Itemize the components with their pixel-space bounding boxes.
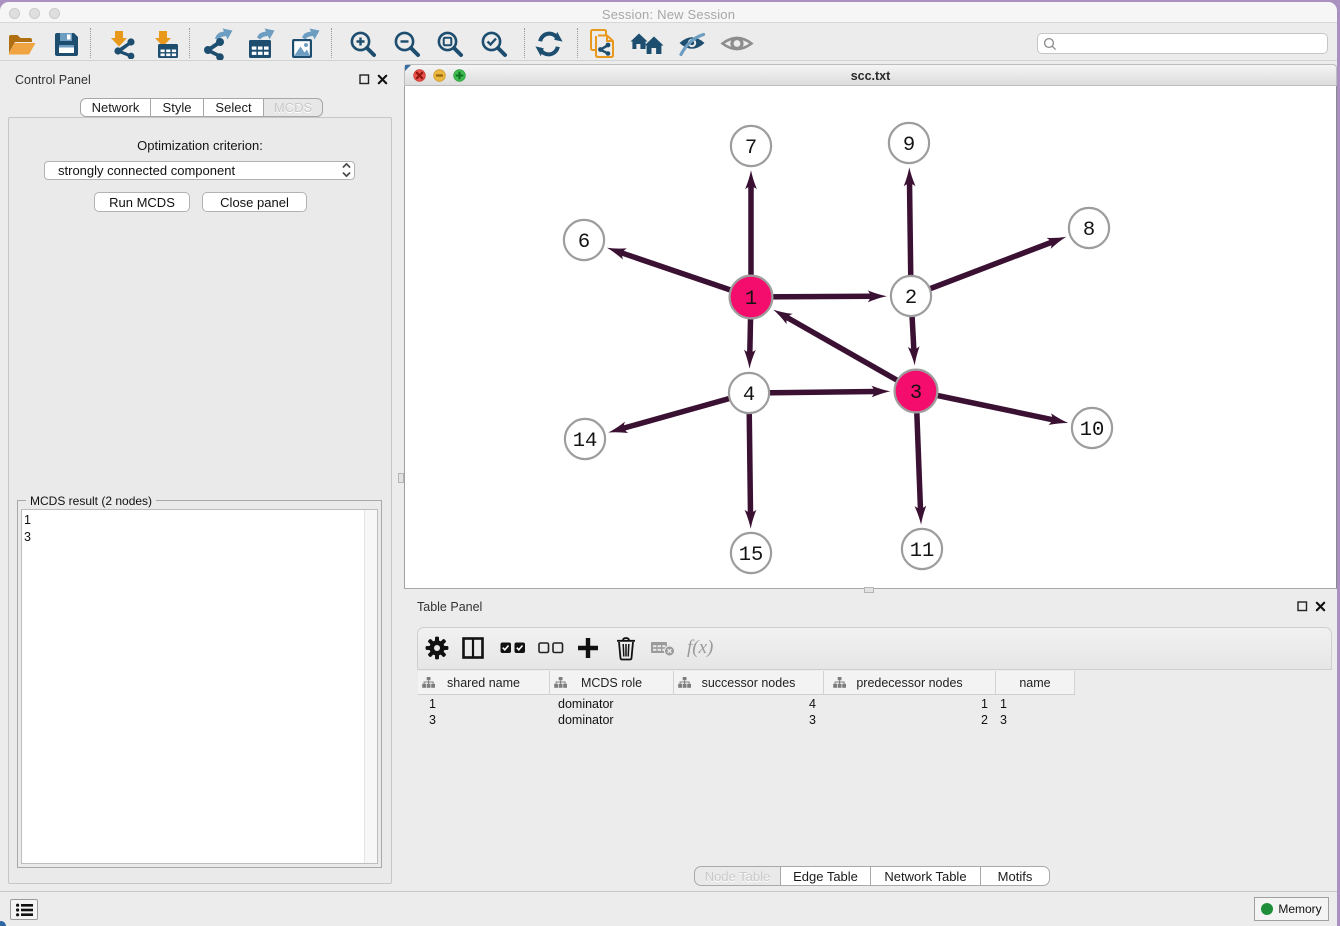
svg-text:6: 6 (578, 231, 590, 254)
svg-text:8: 8 (1083, 219, 1095, 242)
svg-text:7: 7 (745, 137, 757, 160)
svg-text:11: 11 (910, 540, 935, 563)
svg-text:15: 15 (739, 544, 764, 567)
svg-text:14: 14 (573, 430, 598, 453)
svg-text:4: 4 (743, 384, 755, 407)
svg-text:2: 2 (905, 287, 917, 310)
svg-text:10: 10 (1080, 419, 1105, 442)
svg-text:9: 9 (903, 134, 915, 157)
svg-text:3: 3 (910, 382, 922, 405)
svg-text:1: 1 (745, 288, 757, 311)
